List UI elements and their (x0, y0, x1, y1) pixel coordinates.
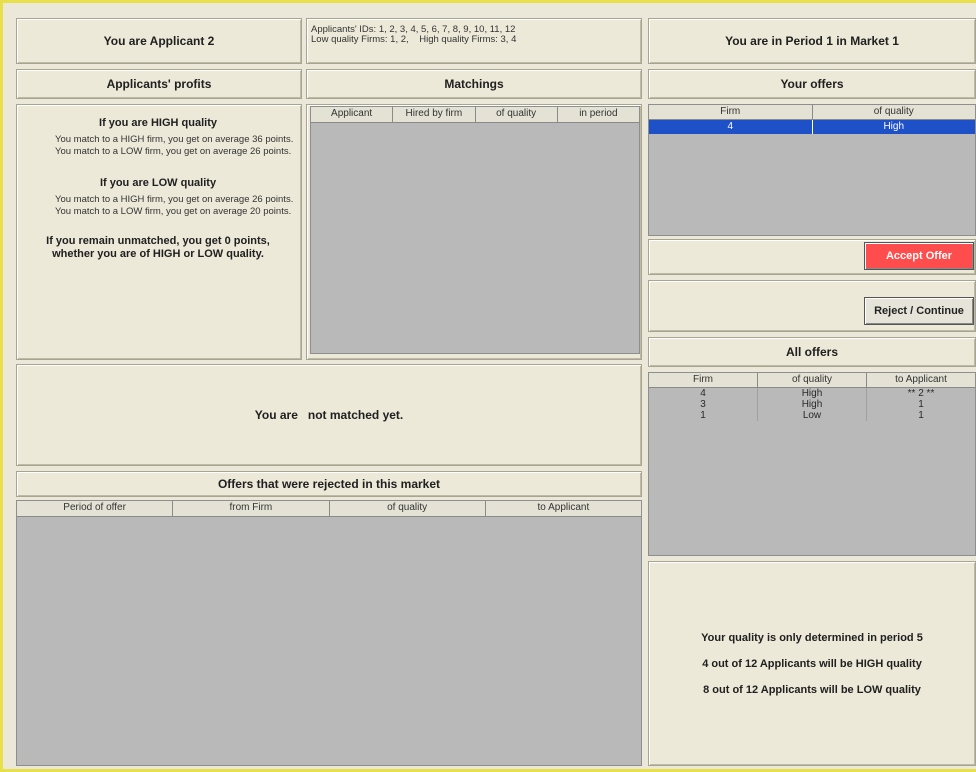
all-offer-row[interactable]: 3 High 1 (649, 399, 975, 410)
high-match-high: You match to a HIGH firm, you get on ave… (55, 134, 294, 145)
status-text: not matched yet. (307, 408, 404, 422)
all-offer-firm: 1 (649, 410, 758, 421)
info-line-2: 4 out of 12 Applicants will be HIGH qual… (702, 657, 922, 670)
offer-firm: 4 (649, 120, 813, 134)
col-of-quality[interactable]: of quality (330, 501, 486, 516)
your-offers-title: Your offers (780, 77, 844, 91)
rejected-header: Offers that were rejected in this market (16, 471, 642, 497)
col-period-of-offer[interactable]: Period of offer (17, 501, 174, 516)
applicant-label: You are Applicant (103, 34, 205, 48)
col-offer-quality[interactable]: of quality (813, 105, 976, 119)
matchings-header: Matchings (306, 69, 642, 99)
all-offer-to: 1 (918, 410, 924, 421)
low-match-high: You match to a HIGH firm, you get on ave… (55, 194, 294, 205)
all-offer-to: ** 2 ** (907, 388, 935, 399)
your-offers-table[interactable]: Firm of quality 4 High (648, 104, 976, 236)
col-firm[interactable]: Firm (649, 105, 813, 119)
all-offer-to: 1 (918, 399, 924, 410)
col-quality[interactable]: of quality (476, 107, 558, 122)
profits-panel: If you are HIGH quality You match to a H… (16, 104, 302, 360)
reject-continue-button[interactable]: Reject / Continue (864, 297, 974, 325)
col-period[interactable]: in period (558, 107, 639, 122)
firm-ids: Low quality Firms: 1, 2, High quality Fi… (311, 34, 517, 45)
col-from-firm[interactable]: from Firm (173, 501, 330, 516)
period-text: You are in Period 1 in Market 1 (725, 34, 899, 48)
accept-offer-button[interactable]: Accept Offer (864, 242, 974, 270)
matchings-table-header: Applicant Hired by firm of quality in pe… (311, 107, 639, 123)
high-match-low: You match to a LOW firm, you get on aver… (55, 145, 292, 157)
status-prefix: You are (254, 408, 298, 422)
period-header: You are in Period 1 in Market 1 (648, 18, 976, 64)
applicant-header: You are Applicant 2 (16, 18, 302, 64)
profits-title: Applicants' profits (106, 77, 212, 91)
rejected-table[interactable]: Period of offer from Firm of quality to … (16, 500, 642, 766)
all-offer-row[interactable]: 4 High ** 2 ** (649, 388, 975, 399)
col-to-applicant[interactable]: to Applicant (486, 501, 641, 516)
ids-panel: Applicants' IDs: 1, 2, 3, 4, 5, 6, 7, 8,… (306, 18, 642, 64)
applicant-id: 2 (207, 34, 215, 48)
rejected-table-header: Period of offer from Firm of quality to … (17, 501, 641, 517)
all-offers-header: All offers (648, 337, 976, 367)
matchings-title: Matchings (444, 77, 504, 91)
all-offer-firm: 3 (649, 399, 758, 410)
profits-header: Applicants' profits (16, 69, 302, 99)
rejected-title: Offers that were rejected in this market (217, 477, 441, 491)
your-offers-header: Your offers (648, 69, 976, 99)
all-offers-title: All offers (785, 345, 838, 359)
col-applicant[interactable]: Applicant (311, 107, 394, 122)
quality-info-panel: Your quality is only determined in perio… (648, 561, 976, 766)
all-offer-row[interactable]: 1 Low 1 (649, 410, 975, 421)
offer-quality: High (883, 121, 905, 132)
your-offers-table-header: Firm of quality (649, 105, 975, 120)
matchings-table[interactable]: Applicant Hired by firm of quality in pe… (310, 106, 640, 354)
col-hired-by-firm[interactable]: Hired by firm (393, 107, 476, 122)
all-offer-firm: 4 (649, 388, 758, 399)
all-offer-quality: Low (758, 410, 867, 421)
low-quality-heading: If you are LOW quality (99, 177, 217, 189)
col-all-firm[interactable]: Firm (649, 373, 758, 387)
offer-row[interactable]: 4 High (649, 120, 975, 134)
low-match-low: You match to a LOW firm, you get on aver… (55, 205, 292, 217)
info-line-1: Your quality is only determined in perio… (701, 631, 923, 644)
info-line-3: 8 out of 12 Applicants will be LOW quali… (703, 683, 921, 696)
unmatched-note: If you remain unmatched, you get 0 point… (46, 235, 270, 260)
all-offers-table[interactable]: Firm of quality to Applicant 4 High ** 2… (648, 372, 976, 556)
match-status-panel: You are not matched yet. (16, 364, 642, 466)
all-offer-quality: High (758, 399, 867, 410)
all-offer-quality: High (758, 388, 867, 399)
col-all-quality[interactable]: of quality (758, 373, 867, 387)
col-all-to-applicant[interactable]: to Applicant (867, 373, 975, 387)
high-quality-heading: If you are HIGH quality (99, 117, 217, 129)
all-offers-table-header: Firm of quality to Applicant (649, 373, 975, 388)
